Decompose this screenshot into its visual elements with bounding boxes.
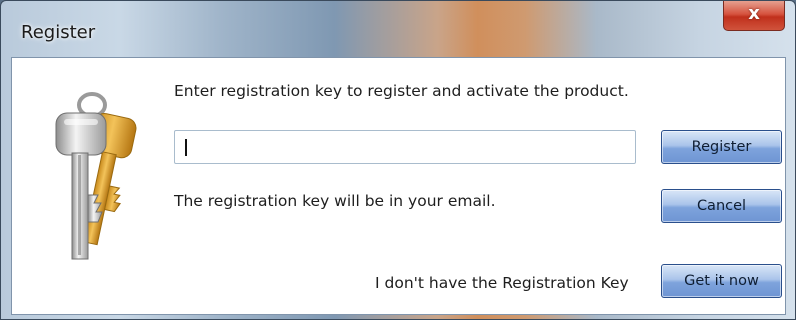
- get-it-now-button[interactable]: Get it now: [661, 264, 782, 298]
- keys-icon: [55, 92, 137, 260]
- instruction-text: Enter registration key to register and a…: [174, 82, 629, 100]
- registration-key-input[interactable]: [174, 130, 636, 164]
- dialog-body: Enter registration key to register and a…: [11, 57, 786, 315]
- email-hint-text: The registration key will be in your ema…: [174, 192, 496, 210]
- window-title: Register: [21, 22, 96, 43]
- no-key-label: I don't have the Registration Key: [375, 274, 629, 292]
- register-dialog-window: Register x Enter registration key to reg…: [0, 0, 796, 320]
- close-icon: x: [748, 3, 760, 24]
- text-caret: [185, 139, 187, 156]
- close-button[interactable]: x: [723, 1, 785, 31]
- title-bar[interactable]: Register x: [1, 1, 795, 57]
- cancel-button[interactable]: Cancel: [661, 189, 782, 223]
- register-button[interactable]: Register: [661, 130, 782, 164]
